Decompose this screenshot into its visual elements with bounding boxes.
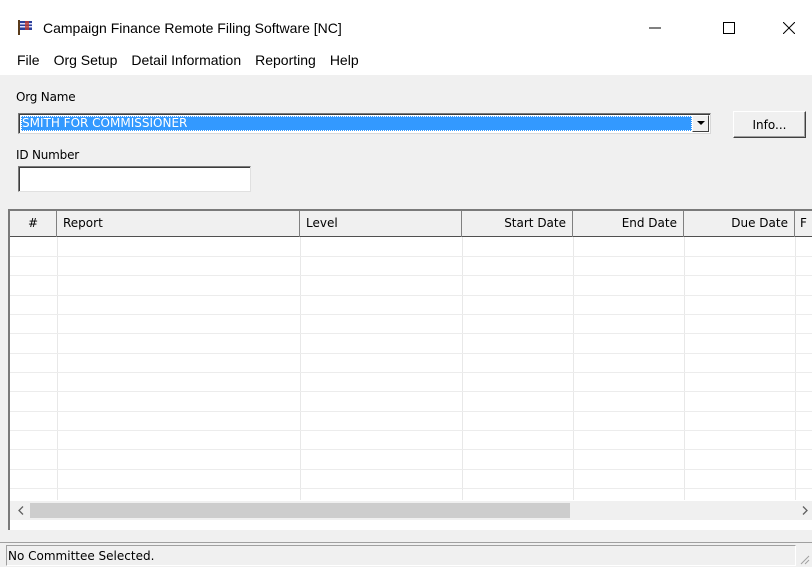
status-bar: No Committee Selected. bbox=[0, 542, 812, 567]
column-header-end-date[interactable]: End Date bbox=[573, 211, 684, 237]
grid-row-line bbox=[10, 372, 812, 373]
grid-row-line bbox=[10, 391, 812, 392]
chevron-down-icon bbox=[696, 121, 705, 125]
reports-grid[interactable]: # Report Level Start Date End Date Due D… bbox=[8, 209, 812, 530]
grid-column-line bbox=[462, 237, 463, 500]
grid-column-line bbox=[795, 237, 796, 500]
menu-bar: File Org Setup Detail Information Report… bbox=[0, 45, 812, 75]
id-number-label: ID Number bbox=[16, 148, 79, 162]
status-text: No Committee Selected. bbox=[8, 549, 155, 563]
resize-grip-icon[interactable] bbox=[798, 553, 810, 565]
chevron-right-icon bbox=[802, 506, 808, 515]
org-name-combobox[interactable]: SMITH FOR COMMISSIONER bbox=[18, 113, 711, 134]
grid-row-line bbox=[10, 469, 812, 470]
menu-org-setup[interactable]: Org Setup bbox=[48, 52, 124, 68]
grid-body[interactable] bbox=[10, 237, 812, 500]
menu-detail-information[interactable]: Detail Information bbox=[125, 52, 247, 68]
grid-row-line bbox=[10, 449, 812, 450]
close-icon bbox=[783, 21, 795, 34]
grid-column-line bbox=[684, 237, 685, 500]
grid-row-line bbox=[10, 333, 812, 334]
maximize-icon bbox=[723, 21, 735, 34]
column-header-start-date[interactable]: Start Date bbox=[462, 211, 573, 237]
window-title: Campaign Finance Remote Filing Software … bbox=[43, 20, 342, 36]
maximize-button[interactable] bbox=[706, 10, 752, 45]
grid-row-line bbox=[10, 314, 812, 315]
grid-column-line bbox=[573, 237, 574, 500]
grid-row-line bbox=[10, 256, 812, 257]
column-header-report[interactable]: Report bbox=[57, 211, 300, 237]
horizontal-scrollbar[interactable] bbox=[10, 501, 812, 520]
minimize-button[interactable] bbox=[632, 10, 678, 45]
grid-row-line bbox=[10, 353, 812, 354]
menu-file[interactable]: File bbox=[11, 52, 46, 68]
grid-row-line bbox=[10, 295, 812, 296]
column-header-level[interactable]: Level bbox=[300, 211, 462, 237]
scrollbar-thumb[interactable] bbox=[30, 503, 570, 518]
grid-row-line bbox=[10, 488, 812, 489]
chevron-left-icon bbox=[17, 506, 23, 515]
column-header-due-date[interactable]: Due Date bbox=[684, 211, 795, 237]
grid-column-line bbox=[57, 237, 58, 500]
scroll-right-button[interactable] bbox=[796, 501, 812, 520]
grid-header: # Report Level Start Date End Date Due D… bbox=[10, 211, 812, 237]
menu-reporting[interactable]: Reporting bbox=[249, 52, 322, 68]
close-button[interactable] bbox=[766, 10, 812, 45]
column-header-f[interactable]: F bbox=[795, 211, 812, 237]
info-button-label: Info... bbox=[752, 117, 787, 132]
org-name-label: Org Name bbox=[16, 90, 76, 104]
id-number-input[interactable] bbox=[18, 166, 251, 192]
grid-column-line bbox=[300, 237, 301, 500]
grid-row-line bbox=[10, 411, 812, 412]
org-name-value[interactable]: SMITH FOR COMMISSIONER bbox=[21, 116, 692, 131]
column-header-number[interactable]: # bbox=[10, 211, 57, 237]
grid-row-line bbox=[10, 430, 812, 431]
title-bar: Campaign Finance Remote Filing Software … bbox=[0, 0, 812, 45]
menu-help[interactable]: Help bbox=[324, 52, 365, 68]
scroll-left-button[interactable] bbox=[12, 501, 29, 520]
campaign-flag-icon bbox=[18, 20, 32, 35]
minimize-icon bbox=[649, 27, 661, 28]
org-name-dropdown-button[interactable] bbox=[692, 115, 709, 132]
info-button[interactable]: Info... bbox=[733, 111, 806, 138]
grid-row-line bbox=[10, 275, 812, 276]
